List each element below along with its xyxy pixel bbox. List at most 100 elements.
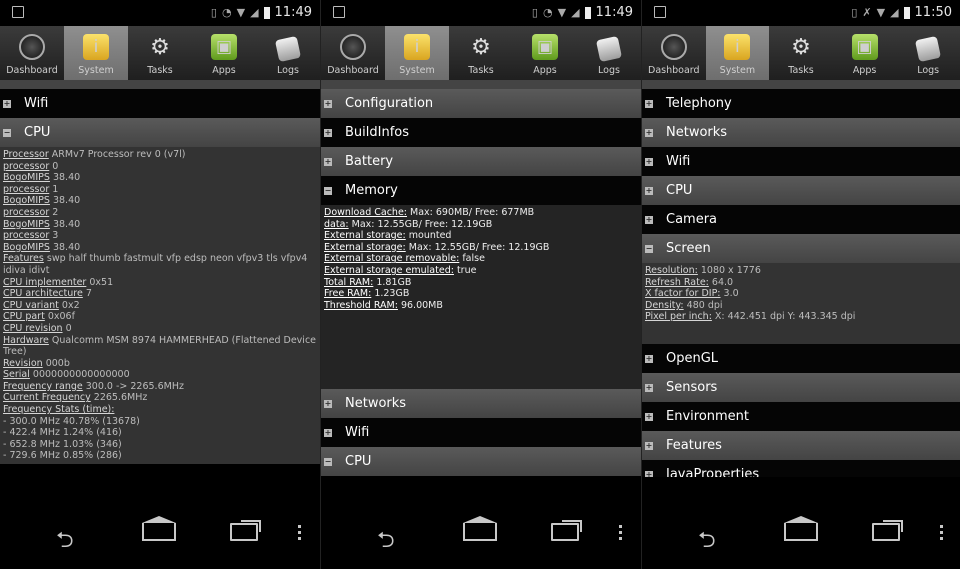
section-networks[interactable]: + Networks: [642, 118, 960, 147]
detail-row: Serial 0000000000000000: [3, 369, 317, 381]
detail-value: 0: [62, 322, 72, 334]
system-icon: i: [83, 34, 109, 60]
detail-row: Threshold RAM: 96.00MB: [324, 300, 638, 312]
section-camera[interactable]: + Camera: [642, 205, 960, 234]
detail-key: processor: [3, 183, 50, 195]
menu-icon[interactable]: [619, 525, 622, 540]
section-wifi[interactable]: + Wifi: [642, 147, 960, 176]
detail-value: 0000000000000000: [29, 369, 130, 381]
detail-value: X: 442.451 dpi Y: 443.345 dpi: [711, 311, 856, 323]
tab-tasks[interactable]: ⚙ Tasks: [769, 26, 833, 80]
section-features[interactable]: + Features: [642, 431, 960, 460]
section-telephony[interactable]: + Telephony: [642, 89, 960, 118]
section-opengl[interactable]: + OpenGL: [642, 344, 960, 373]
section-label: OpenGL: [666, 351, 719, 366]
section-label: Sensors: [666, 380, 718, 395]
clock: 11:49: [595, 5, 633, 20]
tab-logs[interactable]: Logs: [896, 26, 960, 80]
recent-apps-icon[interactable]: [551, 520, 582, 541]
tab-tasks[interactable]: ⚙ Tasks: [128, 26, 192, 80]
signal-icon: ◢: [250, 5, 259, 19]
tab-dashboard[interactable]: Dashboard: [642, 26, 706, 80]
tab-label: System: [78, 65, 114, 76]
section-networks[interactable]: + Networks: [321, 389, 641, 418]
section-cpu[interactable]: − CPU: [321, 447, 641, 476]
detail-row: CPU variant 0x2: [3, 300, 317, 312]
recent-apps-icon[interactable]: [230, 520, 261, 541]
tasks-icon: ⚙: [150, 34, 170, 60]
section-label: Networks: [666, 125, 728, 140]
wifi-icon: ▼: [876, 5, 886, 19]
tab-system[interactable]: i System: [705, 26, 770, 80]
tab-apps[interactable]: ▣ Apps: [513, 26, 577, 80]
tab-logs[interactable]: Logs: [577, 26, 641, 80]
detail-value: 1.23GB: [371, 288, 410, 300]
detail-key: Total RAM:: [324, 276, 374, 288]
navigation-bar: ⮌: [0, 477, 320, 569]
detail-value: Max: 12.55GB/ Free: 12.19GB: [348, 218, 493, 230]
detail-value: 2: [49, 206, 59, 218]
screen-details: Resolution: 1080 x 1776 Refresh Rate: 64.…: [642, 263, 960, 344]
back-icon[interactable]: ⮌: [377, 523, 395, 561]
screenshot-notification-icon: [12, 6, 24, 18]
status-bar: ▯ ✗ ▼ ◢ 11:50: [642, 0, 960, 26]
tab-system[interactable]: i System: [64, 26, 128, 80]
detail-value: - 422.4 MHz 1.24% (416): [3, 427, 122, 439]
detail-value: 0x51: [86, 276, 114, 288]
section-cpu[interactable]: − CPU: [0, 118, 320, 147]
back-icon[interactable]: ⮌: [56, 523, 74, 561]
screen-panel-3: ▯ ✗ ▼ ◢ 11:50 Dashboard i System ⚙ Tasks ▣…: [642, 0, 960, 569]
tab-label: Logs: [277, 65, 299, 76]
menu-icon[interactable]: [940, 525, 943, 540]
home-icon[interactable]: [784, 516, 818, 541]
menu-icon[interactable]: [298, 525, 301, 540]
detail-key: data:: [324, 218, 349, 230]
detail-row: processor 1: [3, 184, 317, 196]
clock: 11:50: [914, 5, 952, 20]
recent-apps-icon[interactable]: [872, 520, 903, 541]
tab-dashboard[interactable]: Dashboard: [0, 26, 64, 80]
detail-key: External storage:: [324, 241, 406, 253]
screen-panel-1: ▯ ◔ ▼ ◢ 11:49 Dashboard i System ⚙ Tasks ▣…: [0, 0, 320, 569]
home-icon[interactable]: [463, 516, 497, 541]
wifi-icon: ▼: [236, 5, 246, 19]
tab-system[interactable]: i System: [385, 26, 449, 80]
section-label: BuildInfos: [345, 125, 410, 140]
detail-row: External storage: mounted: [324, 230, 638, 242]
section-buildinfos[interactable]: + BuildInfos: [321, 118, 641, 147]
detail-row: BogoMIPS 38.40: [3, 219, 317, 231]
section-sensors[interactable]: + Sensors: [642, 373, 960, 402]
detail-value: 1080 x 1776: [697, 265, 761, 276]
section-javaproperties[interactable]: + JavaProperties: [642, 460, 960, 477]
tab-dashboard[interactable]: Dashboard: [321, 26, 385, 80]
detail-key: Frequency range: [3, 380, 83, 392]
home-icon[interactable]: [142, 516, 176, 541]
tab-apps[interactable]: ▣ Apps: [192, 26, 256, 80]
detail-value: 3.0: [720, 288, 739, 300]
vibrate-icon: ▯: [851, 5, 858, 19]
section-wifi[interactable]: + Wifi: [321, 418, 641, 447]
tab-tasks[interactable]: ⚙ Tasks: [449, 26, 513, 80]
expand-icon: +: [645, 98, 653, 108]
tab-apps[interactable]: ▣ Apps: [833, 26, 897, 80]
section-environment[interactable]: + Environment: [642, 402, 960, 431]
expand-icon: +: [324, 98, 332, 108]
section-screen[interactable]: − Screen: [642, 234, 960, 263]
section-label: Telephony: [666, 96, 732, 111]
section-battery[interactable]: + Battery: [321, 147, 641, 176]
back-icon[interactable]: ⮌: [698, 523, 716, 561]
signal-icon: ◢: [571, 5, 580, 19]
system-info-list: + Telephony + Networks + Wifi + CPU + Camera …: [642, 80, 960, 477]
tab-logs[interactable]: Logs: [256, 26, 320, 80]
dashboard-icon: [660, 34, 687, 60]
expand-icon: +: [645, 440, 653, 450]
section-label: Camera: [666, 212, 718, 227]
detail-value: ARMv7 Processor rev 0 (v7l): [48, 149, 186, 160]
detail-row: CPU part 0x06f: [3, 311, 317, 323]
section-configuration[interactable]: + Configuration: [321, 89, 641, 118]
section-wifi[interactable]: + Wifi: [0, 89, 320, 118]
section-cpu[interactable]: + CPU: [642, 176, 960, 205]
section-memory[interactable]: − Memory: [321, 176, 641, 205]
detail-value: swp half thumb fastmult vfp edsp neon vf…: [3, 253, 308, 276]
expand-icon: +: [324, 127, 332, 137]
